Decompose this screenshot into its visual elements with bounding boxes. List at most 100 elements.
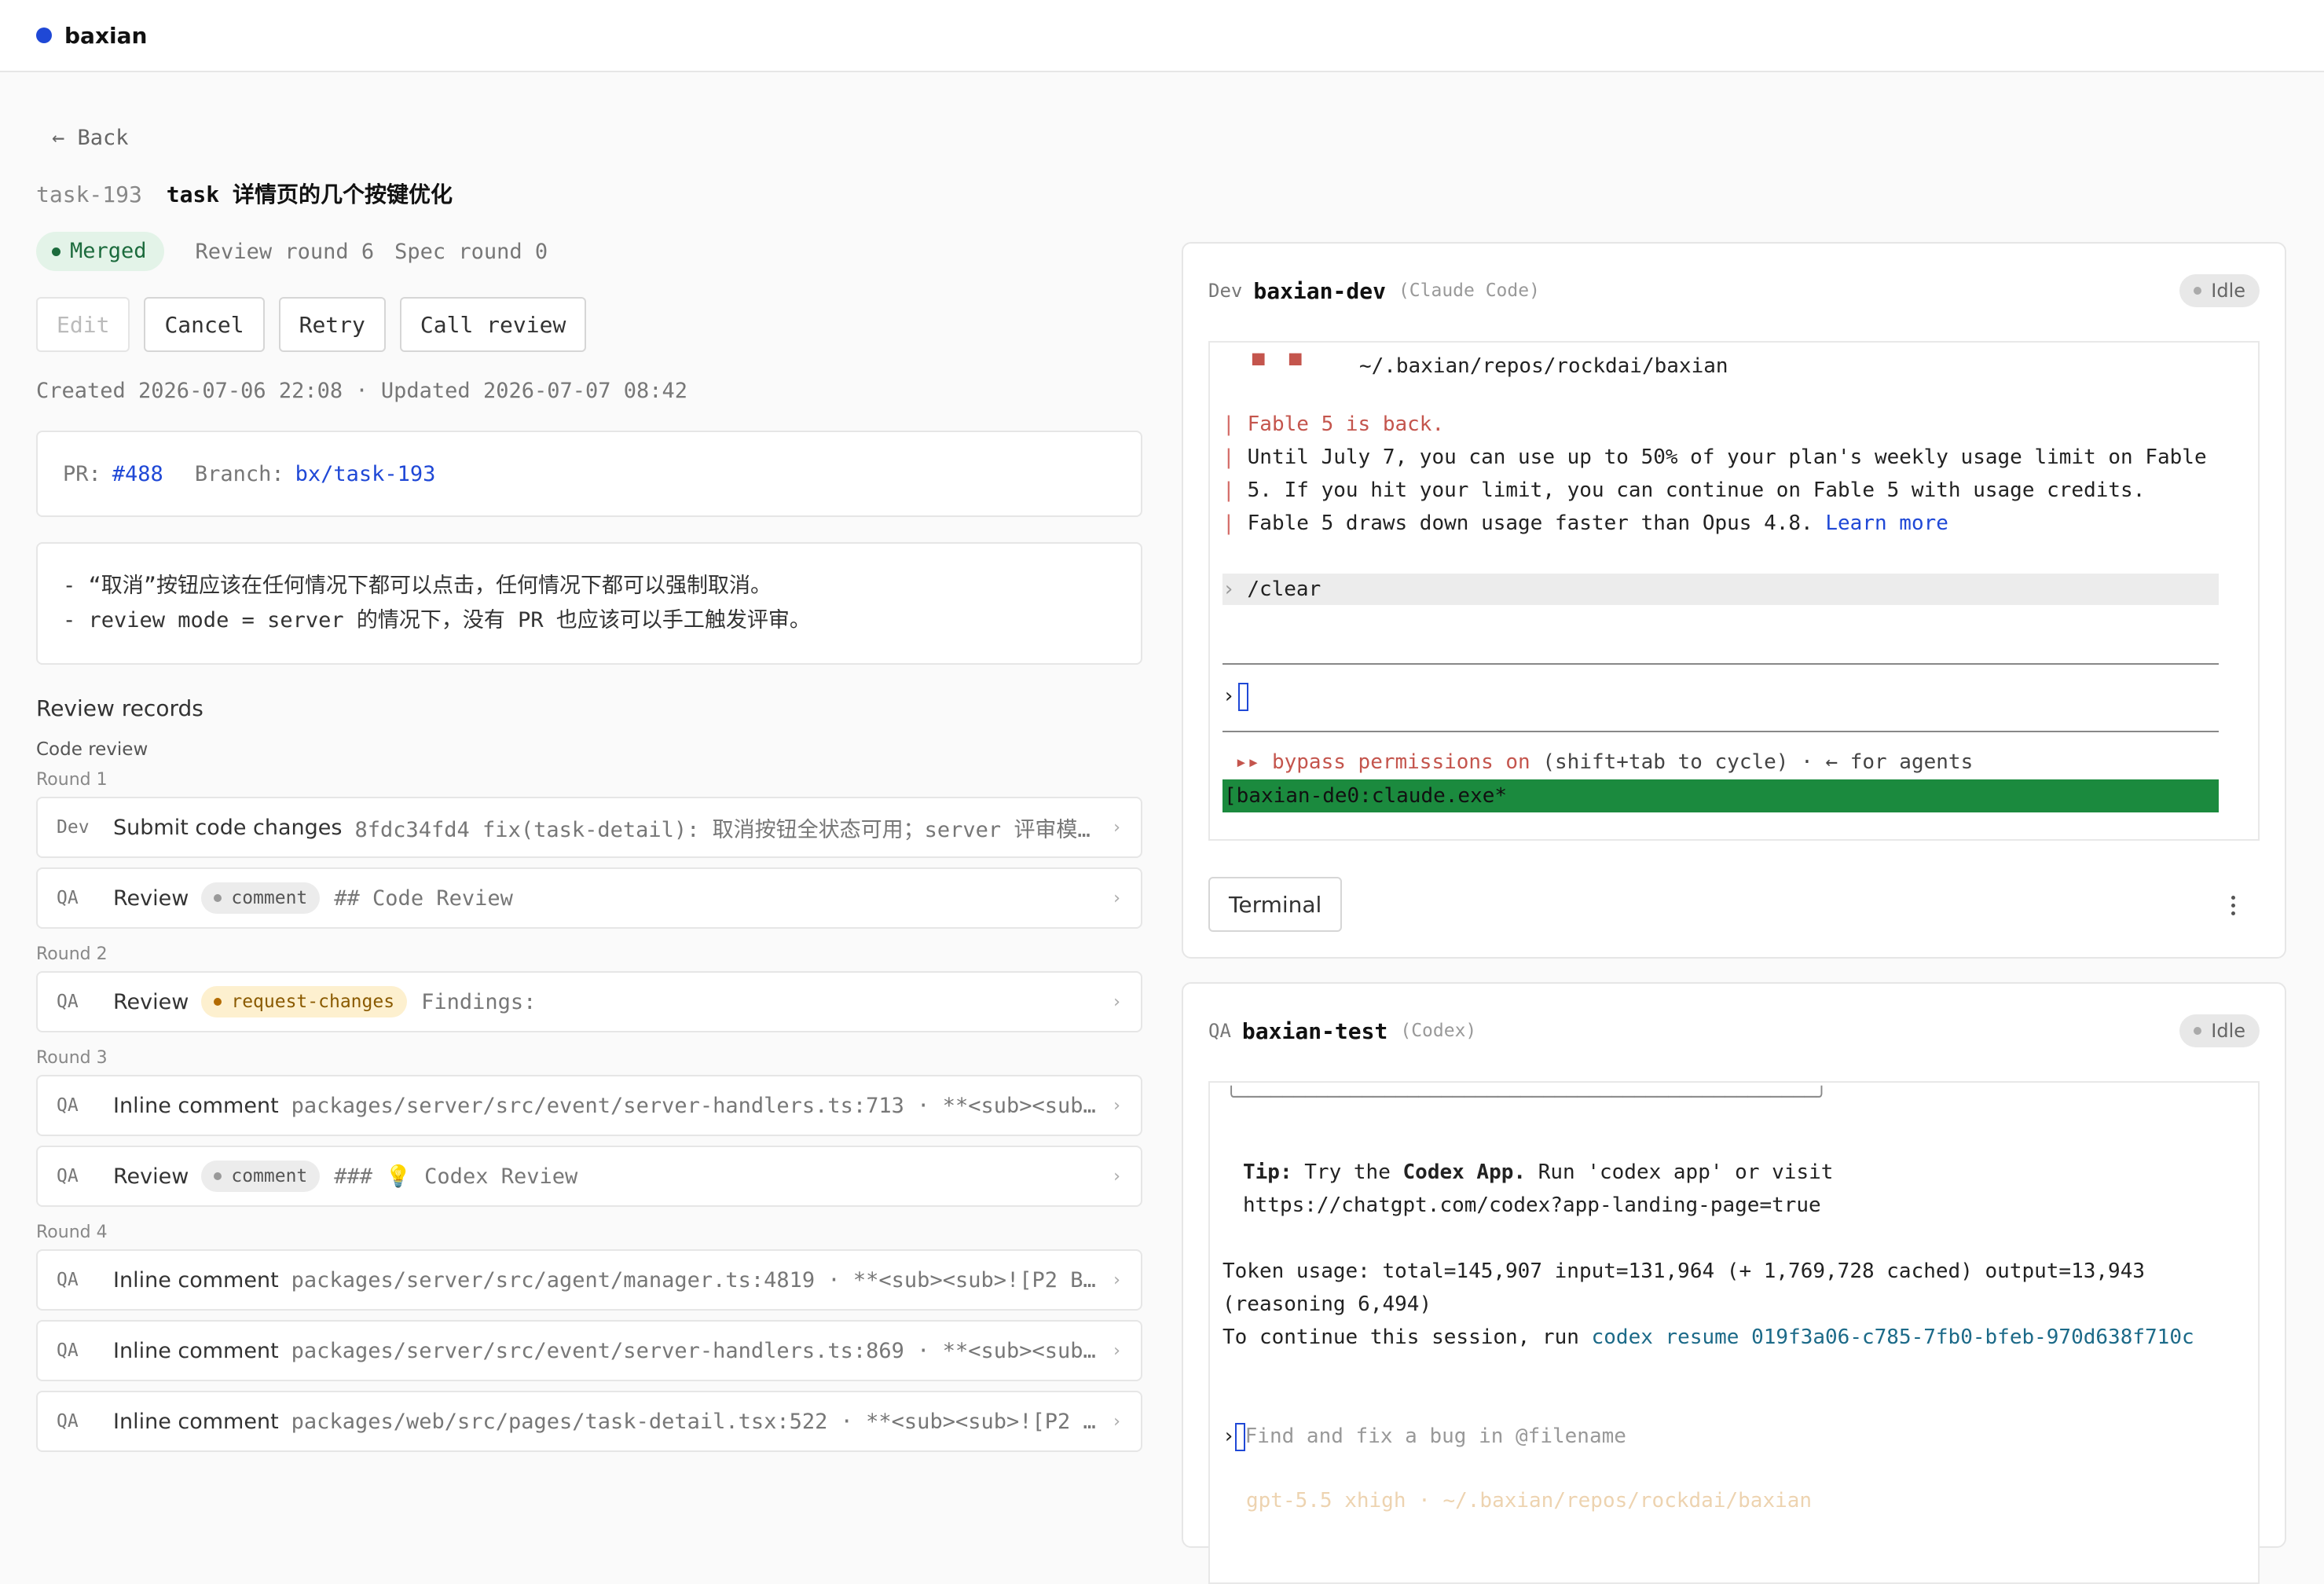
more-options-icon[interactable] (2225, 889, 2241, 921)
review-record[interactable]: QA Inline comment packages/server/src/even… (36, 1320, 1142, 1381)
prompt-placeholder: Find and fix a bug in @filename (1244, 1424, 1626, 1448)
task-detail-panel: ← Back task-193 task 详情页的几个按键优化 Merged R… (36, 116, 1142, 1461)
text-cursor (1237, 682, 1248, 711)
tip-line: Tip: Try the Codex App. Run 'codex app' … (1243, 1157, 1833, 1188)
record-role: QA (57, 888, 79, 908)
record-role: Dev (57, 817, 90, 838)
prompt-input[interactable]: › (1222, 680, 1248, 712)
terminal-path: ~/.baxian/repos/rockdai/baxian (1358, 354, 1728, 378)
quote-bar: | (1222, 478, 1235, 502)
status-badge: Merged (36, 232, 164, 271)
box-border: ╰───────────────────────────────────────… (1226, 1086, 1827, 1108)
review-record[interactable]: QA Inline comment packages/server/src/agen… (36, 1249, 1142, 1311)
retry-button[interactable]: Retry (278, 297, 386, 352)
brand-dot-icon (36, 28, 52, 43)
agent-role: QA (1208, 1020, 1231, 1042)
notice-text: Until July 7, you can use up to 50% of y… (1247, 446, 2207, 469)
action-buttons: Edit Cancel Retry Call review (36, 297, 1142, 352)
claude-logo-icon: ▝▘ ▝▘ (1246, 354, 1308, 378)
notice-line: | Fable 5 is back. (1222, 409, 1444, 440)
qa-terminal[interactable]: ╰───────────────────────────────────────… (1208, 1081, 2260, 1584)
review-record[interactable]: QA Review comment ### 💡 Codex Review › (36, 1146, 1142, 1207)
terminal-button[interactable]: Terminal (1208, 877, 1343, 932)
review-record[interactable]: QA Inline comment packages/web/src/pages/t… (36, 1391, 1142, 1452)
brand-name[interactable]: baxian (64, 23, 147, 49)
record-kind: Inline comment (113, 1409, 279, 1434)
review-state-badge: comment (201, 1160, 321, 1192)
agent-name: baxian-dev (1253, 277, 1386, 304)
dev-terminal[interactable]: ▝▘ ▝▘ ~/.baxian/repos/rockdai/baxian | Fa… (1208, 341, 2260, 841)
review-state-badge: comment (201, 882, 321, 914)
edit-button[interactable]: Edit (36, 297, 130, 352)
chevron-right-icon: › (1111, 992, 1122, 1012)
record-kind: Submit code changes (113, 815, 343, 840)
spec-round: Spec round 0 (394, 239, 548, 264)
prompt-chevron-icon: › (1222, 684, 1235, 708)
cancel-button[interactable]: Cancel (144, 297, 265, 352)
pr-link[interactable]: #488 (112, 462, 163, 486)
record-kind: Review (113, 886, 189, 911)
continue-text: To continue this session, run (1222, 1326, 1579, 1349)
call-review-button[interactable]: Call review (399, 297, 587, 352)
quote-bar: | (1222, 512, 1235, 535)
back-link[interactable]: ← Back (52, 116, 1142, 160)
record-summary: packages/server/src/event/server-handler… (291, 1338, 1098, 1363)
continue-line: To continue this session, run codex resu… (1222, 1322, 2194, 1353)
mode-line: ▸▸ bypass permissions on (shift+tab to c… (1222, 746, 1973, 778)
divider (1222, 731, 2219, 732)
chevron-right-icon: › (1111, 1340, 1122, 1361)
prompt-input[interactable]: › Find and fix a bug in @filename (1222, 1421, 1626, 1452)
chevron-right-icon: › (1111, 1095, 1122, 1116)
review-record[interactable]: Dev Submit code changes 8fdc34fd4 fix(task… (36, 797, 1142, 858)
record-role: QA (57, 1166, 79, 1186)
chevron-right-icon: › (1111, 817, 1122, 838)
terminal-header-line: ▝▘ ▝▘ ~/.baxian/repos/rockdai/baxian (1222, 350, 1728, 382)
badge-dot-icon (214, 1172, 222, 1180)
agent-status-label: Idle (2211, 1020, 2245, 1042)
notice-line: | Until July 7, you can use up to 50% of … (1222, 442, 2207, 473)
description-line: - review mode = server 的情况下，没有 PR 也应该可以手… (63, 608, 811, 632)
notice-text: Fable 5 draws down usage faster than Opu… (1247, 512, 1813, 535)
status-dot-icon (2194, 287, 2202, 295)
prompt-chevron-icon: › (1222, 578, 1235, 601)
tip-url: https://chatgpt.com/codex?app-landing-pa… (1243, 1194, 1821, 1217)
record-summary: packages/server/src/agent/manager.ts:481… (291, 1267, 1098, 1292)
quote-bar: | (1222, 412, 1235, 436)
previous-command: › /clear (1222, 574, 2219, 605)
record-role: QA (57, 1095, 79, 1116)
text-cursor (1234, 1422, 1245, 1451)
record-summary: ## Code Review (334, 886, 513, 911)
agent-status-badge: Idle (2179, 1014, 2260, 1047)
agent-status-label: Idle (2211, 280, 2245, 302)
task-description: - “取消”按钮应该在任何情况下都可以点击，任何情况下都可以强制取消。 - re… (36, 542, 1142, 665)
notice-title: Fable 5 is back. (1247, 412, 1445, 436)
review-record[interactable]: QA Review request-changes Findings: › (36, 971, 1142, 1032)
record-kind: Review (113, 1164, 189, 1189)
token-usage: Token usage: total=145,907 input=131,964… (1222, 1260, 2145, 1283)
status-label: Merged (70, 239, 147, 263)
chevron-right-icon: › (1111, 1411, 1122, 1432)
learn-more-link[interactable]: Learn more (1825, 512, 1948, 535)
branch-link[interactable]: bx/task-193 (295, 462, 436, 486)
review-record[interactable]: QA Inline comment packages/server/src/even… (36, 1075, 1142, 1136)
description-line: - “取消”按钮应该在任何情况下都可以点击，任何情况下都可以强制取消。 (63, 574, 772, 598)
code-review-subtitle: Code review (36, 739, 148, 760)
record-kind: Inline comment (113, 1093, 279, 1118)
model-status-line: gpt-5.5 xhigh · ~/.baxian/repos/rockdai/… (1246, 1489, 1813, 1512)
agent-tool: (Claude Code) (1398, 280, 1540, 301)
agent-tool: (Codex) (1400, 1021, 1477, 1041)
round-label: Round 2 (36, 944, 108, 964)
agent-header: QA baxian-test (Codex) Idle (1208, 1007, 2260, 1054)
review-record[interactable]: QA Review comment ## Code Review › (36, 867, 1142, 929)
top-bar: baxian (0, 0, 2324, 72)
round-label: Round 3 (36, 1048, 108, 1068)
qa-agent-card: QA baxian-test (Codex) Idle ╰───────────… (1182, 982, 2286, 1584)
review-state-label: request-changes (231, 992, 395, 1012)
agent-role: Dev (1208, 280, 1243, 302)
chevron-right-icon: › (1111, 1166, 1122, 1186)
record-role: QA (57, 1340, 79, 1361)
bypass-hint: (shift+tab to cycle) · ← for agents (1542, 750, 1974, 774)
tip-pre: Try the (1304, 1160, 1391, 1184)
timestamps: Created 2026-07-06 22:08 · Updated 2026-… (36, 379, 688, 403)
tmux-status-bar: [baxian-de0:claude.exe* (1222, 779, 2219, 812)
